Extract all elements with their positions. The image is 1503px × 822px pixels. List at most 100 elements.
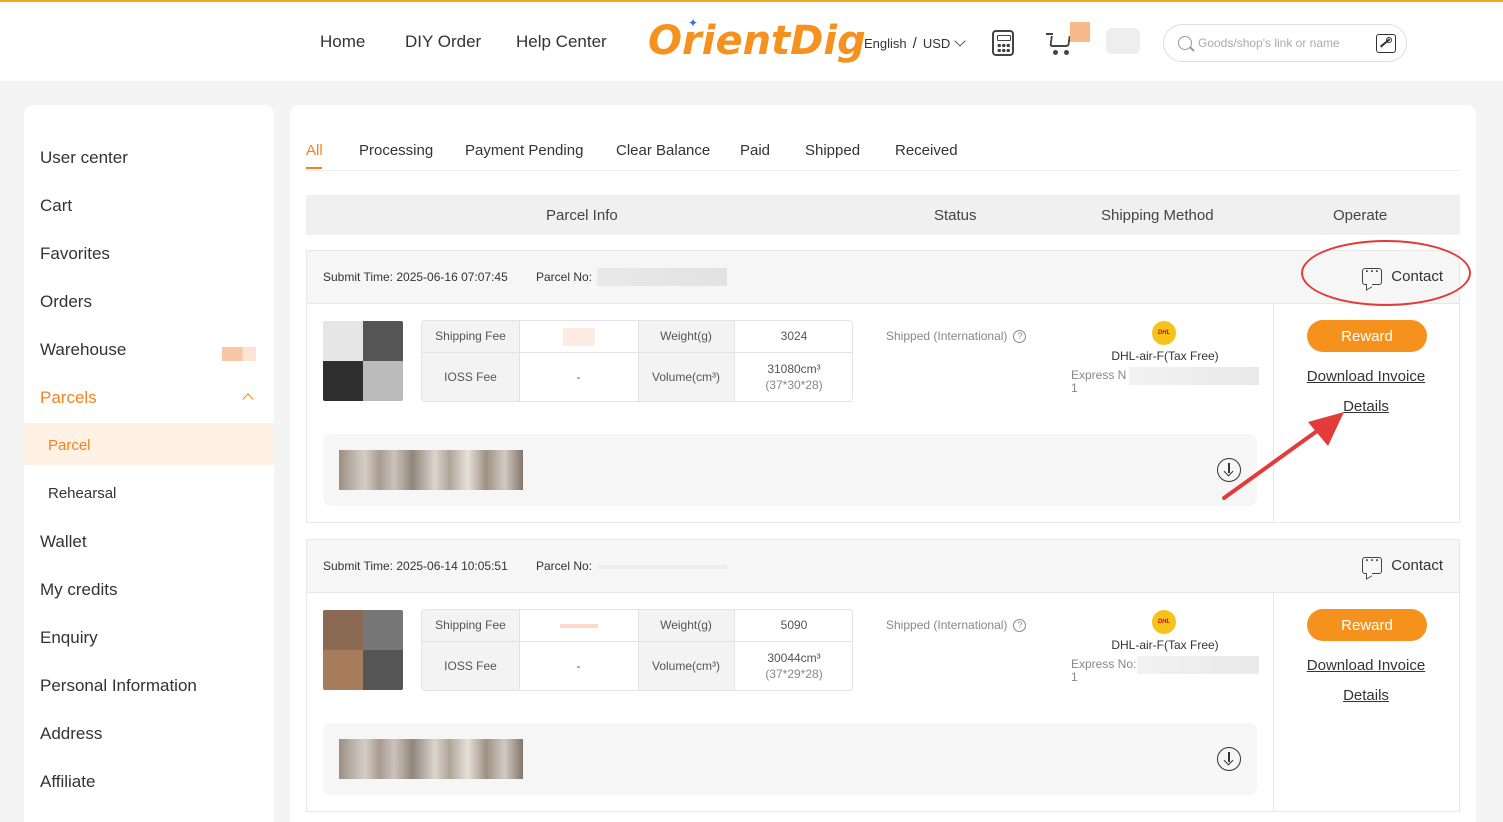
parcel-no-label: Parcel No: [536, 559, 593, 573]
ioss-fee-label: IOSS Fee [422, 641, 519, 690]
download-icon[interactable] [1217, 458, 1241, 482]
shipping-method-name: DHL-air-F(Tax Free) [1111, 349, 1219, 363]
sidebar-item-address[interactable]: Address [40, 724, 102, 744]
express-label: Express No: [1071, 657, 1137, 671]
language-label: English [864, 36, 907, 51]
parcel-card: Submit Time: 2025-06-14 10:05:51 Parcel … [306, 539, 1460, 812]
ioss-fee-value: - [576, 658, 581, 673]
volume-value: 31080cm³ [767, 361, 821, 376]
sidebar-item-affiliate[interactable]: Affiliate [40, 772, 95, 792]
details-link[interactable]: Details [1273, 398, 1459, 415]
weight-label: Weight(g) [638, 610, 734, 641]
reward-button[interactable]: Reward [1307, 320, 1427, 352]
submit-time: Submit Time: 2025-06-14 10:05:51 [323, 559, 508, 573]
sidebar-subitem-parcel[interactable]: Parcel [48, 437, 91, 454]
contact-button[interactable]: Contact [1362, 264, 1443, 285]
search-bar [1163, 24, 1407, 62]
help-icon[interactable]: ? [1013, 329, 1027, 343]
parcel-thumbnail[interactable] [323, 321, 403, 401]
chevron-up-icon[interactable] [242, 393, 254, 405]
parcel-items-strip [323, 434, 1257, 506]
shipping-fee-label: Shipping Fee [422, 321, 519, 352]
volume-label: Volume(cm³) [638, 641, 734, 690]
reward-button[interactable]: Reward [1307, 609, 1427, 641]
help-icon[interactable]: ? [1013, 618, 1027, 632]
lang-separator: / [912, 35, 917, 52]
nav-home[interactable]: Home [320, 32, 365, 52]
sidebar-item-warehouse[interactable]: Warehouse [40, 340, 126, 360]
nav-help-center[interactable]: Help Center [516, 32, 607, 52]
orientdig-logo[interactable]: OrientDig ✦ [648, 16, 866, 64]
operate-column: Reward Download Invoice Details [1273, 593, 1459, 811]
parcel-status: Shipped (International) ? [886, 329, 1027, 343]
volume-label: Volume(cm³) [638, 352, 734, 401]
express-number: Express No: 1 [1071, 657, 1137, 684]
sidebar-item-user-center[interactable]: User center [40, 148, 128, 168]
dhl-logo-icon: DHL [1152, 321, 1176, 345]
image-search-icon[interactable] [1376, 34, 1396, 53]
parcel-no-label: Parcel No: [536, 270, 593, 284]
tab-clear-balance[interactable]: Clear Balance [616, 142, 710, 159]
search-input[interactable] [1198, 33, 1368, 53]
calculator-icon[interactable] [992, 30, 1014, 56]
express-number-blurred [1137, 656, 1259, 674]
logo-star-icon: ✦ [688, 16, 699, 30]
user-avatar-blurred[interactable] [1070, 22, 1144, 56]
sidebar-item-personal-information[interactable]: Personal Information [40, 676, 197, 696]
volume-cell: 30044cm³ (37*29*28) [734, 641, 852, 690]
volume-dimensions: (37*29*28) [765, 666, 823, 681]
tab-paid[interactable]: Paid [740, 142, 770, 159]
parcel-items-thumbnails[interactable] [339, 739, 523, 779]
dhl-logo-icon: DHL [1152, 610, 1176, 634]
express-number-blurred [1129, 367, 1259, 385]
sidebar-item-enquiry[interactable]: Enquiry [40, 628, 98, 648]
sidebar-subitem-rehearsal[interactable]: Rehearsal [48, 485, 116, 502]
table-header: Parcel Info Status Shipping Method Opera… [306, 195, 1460, 235]
contact-button[interactable]: Contact [1362, 553, 1443, 574]
volume-dimensions: (37*30*28) [765, 377, 823, 392]
parcel-no-blurred [597, 565, 727, 569]
tab-all[interactable]: All [306, 142, 323, 159]
search-icon[interactable] [1178, 36, 1192, 50]
active-tab-indicator [306, 167, 322, 169]
tabs-divider [306, 170, 1460, 171]
tab-shipped[interactable]: Shipped [805, 142, 860, 159]
status-text: Shipped (International) [886, 618, 1008, 632]
sidebar-item-parcels[interactable]: Parcels [40, 388, 97, 408]
language-currency-selector[interactable]: English / USD [864, 35, 966, 52]
tab-payment-pending[interactable]: Payment Pending [465, 142, 583, 159]
submit-time: Submit Time: 2025-06-16 07:07:45 [323, 270, 508, 284]
contact-label: Contact [1391, 557, 1443, 574]
operate-column: Reward Download Invoice Details [1273, 304, 1459, 522]
tab-received[interactable]: Received [895, 142, 958, 159]
volume-value: 30044cm³ [767, 650, 821, 665]
parcel-thumbnail[interactable] [323, 610, 403, 690]
parcel-card-header: Submit Time: 2025-06-14 10:05:51 Parcel … [307, 540, 1459, 593]
download-icon[interactable] [1217, 747, 1241, 771]
parcel-items-thumbnails[interactable] [339, 450, 523, 490]
column-shipping-method: Shipping Method [1101, 207, 1214, 224]
warehouse-badge-blurred [222, 347, 256, 361]
parcel-no-blurred [597, 268, 727, 286]
sidebar-item-favorites[interactable]: Favorites [40, 244, 110, 264]
column-parcel-info: Parcel Info [546, 207, 618, 224]
chat-icon [1362, 553, 1383, 574]
sidebar-item-orders[interactable]: Orders [40, 292, 92, 312]
sidebar-item-wallet[interactable]: Wallet [40, 532, 87, 552]
sidebar-item-my-credits[interactable]: My credits [40, 580, 117, 600]
download-invoice-link[interactable]: Download Invoice [1273, 657, 1459, 674]
column-status: Status [934, 207, 977, 224]
status-text: Shipped (International) [886, 329, 1008, 343]
details-link[interactable]: Details [1273, 687, 1459, 704]
chevron-down-icon [954, 35, 966, 47]
nav-diy-order[interactable]: DIY Order [405, 32, 481, 52]
tab-processing[interactable]: Processing [359, 142, 433, 159]
shipping-fee-label: Shipping Fee [422, 610, 519, 641]
parcel-card: Submit Time: 2025-06-16 07:07:45 Parcel … [306, 250, 1460, 523]
sidebar-item-cart[interactable]: Cart [40, 196, 72, 216]
contact-label: Contact [1391, 268, 1443, 285]
parcel-fee-table: Shipping Fee Weight(g) 5090 IOSS Fee - V… [421, 609, 853, 691]
download-invoice-link[interactable]: Download Invoice [1273, 368, 1459, 385]
shipping-fee-value [519, 610, 638, 641]
weight-value: 3024 [780, 328, 808, 343]
